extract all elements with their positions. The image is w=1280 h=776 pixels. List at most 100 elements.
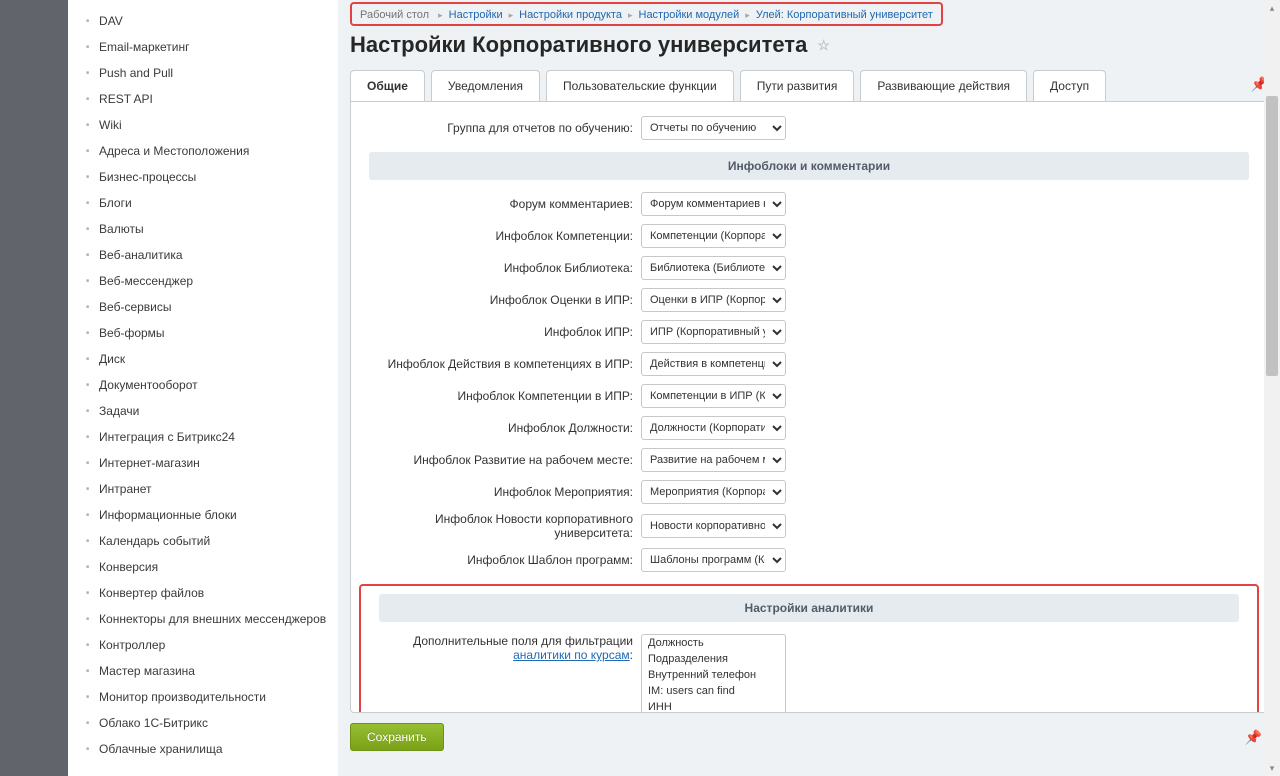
sidebar-item[interactable]: DAV: [86, 8, 338, 34]
sidebar-item[interactable]: Диск: [86, 346, 338, 372]
tab[interactable]: Уведомления: [431, 70, 540, 101]
page-title: Настройки Корпоративного университета ☆: [350, 32, 1268, 58]
multiselect-option[interactable]: Должность: [642, 635, 785, 651]
form-label: Инфоблок Должности:: [371, 421, 641, 435]
form-row: Инфоблок Действия в компетенциях в ИПР:Д…: [351, 348, 1267, 380]
form-select[interactable]: Форум комментариев корпо: [641, 192, 786, 216]
breadcrumb-root[interactable]: Рабочий стол: [360, 9, 429, 21]
sidebar-item[interactable]: Мастер магазина: [86, 658, 338, 684]
content-area: Рабочий стол ▸Настройки▸Настройки продук…: [338, 0, 1280, 776]
favorite-star-icon[interactable]: ☆: [817, 37, 830, 54]
breadcrumb-link[interactable]: Настройки продукта: [519, 9, 622, 21]
scrollbar-thumb[interactable]: [1266, 96, 1278, 376]
scroll-up-icon[interactable]: ▴: [1264, 0, 1280, 16]
sidebar-item-label: Веб-сервисы: [99, 300, 171, 314]
sidebar-item[interactable]: Облачные хранилища: [86, 736, 338, 762]
sidebar-item[interactable]: Задачи: [86, 398, 338, 424]
form-row: Инфоблок Библиотека:Библиотека (Библиоте…: [351, 252, 1267, 284]
sidebar-item[interactable]: Коннекторы для внешних мессенджеров: [86, 606, 338, 632]
multiselect-option[interactable]: Внутренний телефон: [642, 667, 785, 683]
sidebar-item[interactable]: Документооборот: [86, 372, 338, 398]
breadcrumb-link[interactable]: Настройки модулей: [639, 9, 740, 21]
sidebar-item[interactable]: Информационные блоки: [86, 502, 338, 528]
sidebar-item[interactable]: Валюты: [86, 216, 338, 242]
select-report-group[interactable]: Отчеты по обучению: [641, 116, 786, 140]
analytics-multiselect[interactable]: ДолжностьПодразделенияВнутренний телефон…: [641, 634, 786, 713]
sidebar-item[interactable]: Push and Pull: [86, 60, 338, 86]
sidebar-item[interactable]: Веб-мессенджер: [86, 268, 338, 294]
form-label: Инфоблок Компетенции:: [371, 229, 641, 243]
form-label: Инфоблок Развитие на рабочем месте:: [371, 453, 641, 467]
sidebar-item[interactable]: Веб-формы: [86, 320, 338, 346]
form-select[interactable]: Действия в компетенциях в: [641, 352, 786, 376]
save-button[interactable]: Сохранить: [350, 723, 444, 751]
sidebar-item[interactable]: Конвертер файлов: [86, 580, 338, 606]
sidebar-item-label: Мастер магазина: [99, 664, 195, 678]
sidebar-item-label: Конверсия: [99, 560, 158, 574]
form-select[interactable]: Шаблоны программ (Корпо: [641, 548, 786, 572]
sidebar-item[interactable]: Интранет: [86, 476, 338, 502]
analytics-highlight-frame: Настройки аналитики Дополнительные поля …: [359, 584, 1259, 713]
sidebar-item[interactable]: Бизнес-процессы: [86, 164, 338, 190]
tab[interactable]: Пользовательские функции: [546, 70, 734, 101]
sidebar-item[interactable]: Контроллер: [86, 632, 338, 658]
breadcrumb-link[interactable]: Настройки: [449, 9, 503, 21]
multiselect-option[interactable]: ИНН: [642, 699, 785, 713]
sidebar-item[interactable]: Email-маркетинг: [86, 34, 338, 60]
form-select[interactable]: Должности (Корпоративный: [641, 416, 786, 440]
sidebar-item[interactable]: Интеграция с Битрикс24: [86, 424, 338, 450]
form-row: Инфоблок Оценки в ИПР:Оценки в ИПР (Корп…: [351, 284, 1267, 316]
form-select[interactable]: Библиотека (Библиотека): [641, 256, 786, 280]
sidebar-item[interactable]: Облако 1С-Битрикс: [86, 710, 338, 736]
form-select[interactable]: Развитие на рабочем месте: [641, 448, 786, 472]
scroll-down-icon[interactable]: ▾: [1264, 760, 1280, 776]
form-label: Инфоблок Действия в компетенциях в ИПР:: [371, 357, 641, 371]
breadcrumb: Рабочий стол ▸Настройки▸Настройки продук…: [360, 9, 933, 21]
multiselect-option[interactable]: IM: users can find: [642, 683, 785, 699]
sidebar-item[interactable]: Веб-сервисы: [86, 294, 338, 320]
sidebar-item[interactable]: Монитор производительности: [86, 684, 338, 710]
tab[interactable]: Доступ: [1033, 70, 1106, 101]
sidebar-item-label: Облачные хранилища: [99, 742, 223, 756]
form-select[interactable]: Оценки в ИПР (Корпоратив: [641, 288, 786, 312]
sidebar-item[interactable]: Адреса и Местоположения: [86, 138, 338, 164]
sidebar-item[interactable]: REST API: [86, 86, 338, 112]
form-select[interactable]: Компетенции (Корпоративн: [641, 224, 786, 248]
tab[interactable]: Общие: [350, 70, 425, 101]
form-label: Инфоблок Компетенции в ИПР:: [371, 389, 641, 403]
tabs-bar: ОбщиеУведомленияПользовательские функции…: [350, 70, 1268, 101]
form-select[interactable]: Новости корпоративного ун: [641, 514, 786, 538]
form-row-report-group: Группа для отчетов по обучению: Отчеты п…: [351, 112, 1267, 144]
form-row: Инфоблок Компетенции в ИПР:Компетенции в…: [351, 380, 1267, 412]
pin-bottom-icon[interactable]: 📌: [1245, 729, 1262, 746]
sidebar-item-label: Бизнес-процессы: [99, 170, 196, 184]
sidebar-item[interactable]: Календарь событий: [86, 528, 338, 554]
sidebar-item-label: Календарь событий: [99, 534, 210, 548]
tab[interactable]: Развивающие действия: [860, 70, 1027, 101]
sidebar-item-label: REST API: [99, 92, 153, 106]
form-select[interactable]: Мероприятия (Корпоративн: [641, 480, 786, 504]
form-select[interactable]: ИПР (Корпоративный униве: [641, 320, 786, 344]
sidebar-item[interactable]: Wiki: [86, 112, 338, 138]
sidebar-item-label: Веб-мессенджер: [99, 274, 193, 288]
sidebar-item[interactable]: Интернет-магазин: [86, 450, 338, 476]
sidebar-item-label: Wiki: [99, 118, 122, 132]
section-iblocks-heading: Инфоблоки и комментарии: [369, 152, 1249, 180]
sidebar-item[interactable]: Блоги: [86, 190, 338, 216]
sidebar-item[interactable]: Веб-аналитика: [86, 242, 338, 268]
sidebar-item-label: DAV: [99, 14, 123, 28]
form-select[interactable]: Компетенции в ИПР (Корпо: [641, 384, 786, 408]
multiselect-option[interactable]: Подразделения: [642, 651, 785, 667]
form-row: Форум комментариев:Форум комментариев ко…: [351, 188, 1267, 220]
sidebar-item-label: Блоги: [99, 196, 132, 210]
analytics-courses-link[interactable]: аналитики по курсам: [513, 648, 630, 662]
page-scrollbar[interactable]: ▴ ▾: [1264, 0, 1280, 776]
module-sidebar: DAV Email-маркетингPush and Pull REST API W…: [68, 0, 338, 776]
sidebar-item-label: Коннекторы для внешних мессенджеров: [99, 612, 326, 626]
sidebar-item[interactable]: Конверсия: [86, 554, 338, 580]
form-label: Инфоблок Шаблон программ:: [371, 553, 641, 567]
tab[interactable]: Пути развития: [740, 70, 855, 101]
settings-panel: Группа для отчетов по обучению: Отчеты п…: [350, 101, 1268, 713]
sidebar-item-label: Облако 1С-Битрикс: [99, 716, 208, 730]
breadcrumb-link[interactable]: Улей: Корпоративный университет: [756, 9, 933, 21]
